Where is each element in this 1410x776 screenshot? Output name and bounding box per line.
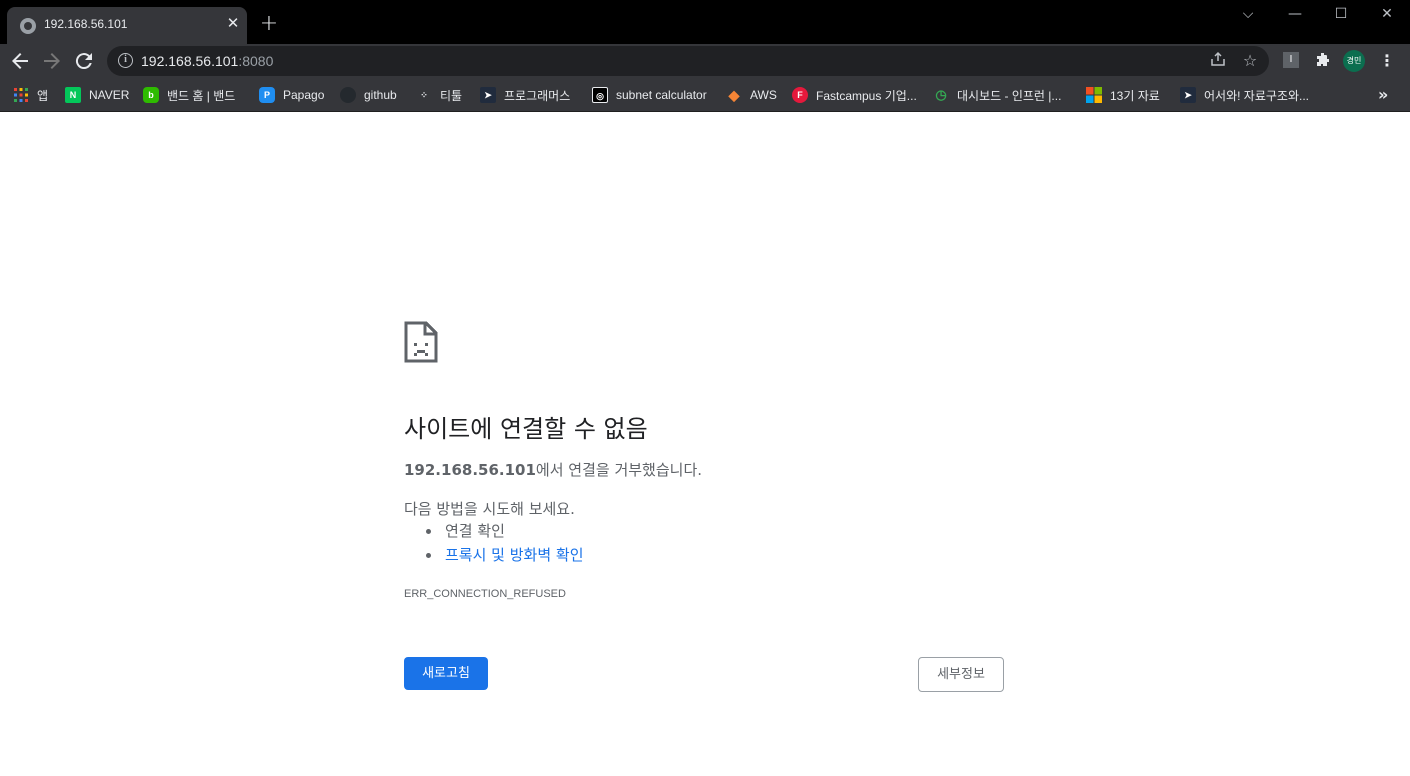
bookmark-label: 티툴 <box>440 88 463 103</box>
profile-avatar[interactable]: 경민 <box>1343 50 1365 72</box>
titool-icon: ⁘ <box>420 90 428 100</box>
bookmark-label: Fastcampus 기업... <box>816 88 917 103</box>
bookmark-subnet[interactable]: ◎ subnet calculator <box>592 85 707 105</box>
error-title: 사이트에 연결할 수 없음 <box>404 415 648 443</box>
bookmark-aws[interactable]: ◆ AWS <box>726 85 777 105</box>
close-window-button[interactable]: ✕ <box>1372 6 1402 26</box>
bookmark-star-icon[interactable]: ☆ <box>1240 51 1260 71</box>
globe-icon <box>20 18 36 34</box>
bookmark-data-structures[interactable]: ➤ 어서와! 자료구조와... <box>1180 85 1309 105</box>
programmers-icon: ➤ <box>480 87 496 103</box>
microsoft-icon <box>1086 87 1102 103</box>
bookmark-naver[interactable]: N NAVER <box>65 85 129 105</box>
reload-button[interactable] <box>72 49 96 73</box>
bookmark-label: subnet calculator <box>616 88 707 102</box>
error-host: 192.168.56.101 <box>404 461 536 479</box>
browser-titlebar: 192.168.56.101 ✕ + ⌵ — ☐ ✕ <box>0 0 1410 44</box>
puzzle-icon[interactable] <box>1315 52 1331 68</box>
bookmark-label: github <box>364 88 397 102</box>
bookmark-label: NAVER <box>89 88 130 102</box>
bookmark-label: AWS <box>750 88 777 102</box>
back-button[interactable] <box>8 49 32 73</box>
github-icon <box>340 87 356 103</box>
tab-search-icon[interactable]: ⌵ <box>1233 6 1263 26</box>
bookmark-label: 대시보드 - 인프런 |... <box>957 88 1062 103</box>
maximize-button[interactable]: ☐ <box>1326 6 1356 26</box>
bookmark-papago[interactable]: P Papago <box>259 85 324 105</box>
bookmark-apps[interactable]: 앱 <box>13 85 48 105</box>
papago-icon: P <box>259 87 275 103</box>
minimize-button[interactable]: — <box>1280 6 1310 26</box>
inflearn-icon: ◷ <box>935 87 947 102</box>
bookmark-label: 어서와! 자료구조와... <box>1204 88 1309 103</box>
naver-icon: N <box>65 87 81 103</box>
sad-document-icon <box>404 321 438 363</box>
forward-button[interactable] <box>40 49 64 73</box>
tab-close-icon[interactable]: ✕ <box>224 14 242 32</box>
suggestion-check-connection: 연결 확인 <box>426 521 584 545</box>
bookmark-label: 밴드 홈 | 밴드 <box>167 88 236 103</box>
band-icon: b <box>143 87 159 103</box>
suggestion-check-proxy-firewall-link[interactable]: 프록시 및 방화벽 확인 <box>426 545 584 569</box>
aws-icon: ◆ <box>728 87 740 103</box>
info-icon[interactable]: i <box>118 53 133 68</box>
bookmark-label: 프로그래머스 <box>504 88 571 103</box>
new-tab-button[interactable]: + <box>258 13 280 35</box>
bookmark-programmers[interactable]: ➤ 프로그래머스 <box>480 85 570 105</box>
reload-page-button[interactable]: 새로고침 <box>404 657 488 690</box>
subnet-icon: ◎ <box>592 87 608 103</box>
try-text: 다음 방법을 시도해 보세요. <box>404 500 575 518</box>
error-page: 사이트에 연결할 수 없음 192.168.56.101에서 연결을 거부했습니… <box>0 112 1410 776</box>
extension-i-icon[interactable]: I <box>1283 52 1299 68</box>
arrow-left-icon <box>12 53 28 69</box>
share-icon[interactable] <box>1208 51 1228 71</box>
kebab-menu-icon[interactable]: ⋮ <box>1378 50 1396 72</box>
programmers-icon: ➤ <box>1180 87 1196 103</box>
error-message: 192.168.56.101에서 연결을 거부했습니다. <box>404 461 703 479</box>
suggestions-list: 연결 확인 프록시 및 방화벽 확인 <box>426 521 584 569</box>
refresh-icon <box>75 53 92 70</box>
details-button[interactable]: 세부정보 <box>918 657 1004 692</box>
bookmark-titool[interactable]: ⁘ 티툴 <box>416 85 462 105</box>
error-code: ERR_CONNECTION_REFUSED <box>404 588 566 600</box>
bookmark-13th-materials[interactable]: 13기 자료 <box>1086 85 1160 105</box>
bookmark-label: 13기 자료 <box>1110 88 1160 103</box>
apps-grid-icon <box>14 88 28 102</box>
bookmarks-overflow-icon[interactable]: » <box>1378 85 1388 105</box>
bookmark-github[interactable]: github <box>340 85 397 105</box>
bookmarks-bar: 앱 N NAVER b 밴드 홈 | 밴드 P Papago github ⁘ … <box>0 78 1410 112</box>
bookmark-label: 앱 <box>37 88 49 103</box>
bookmark-label: Papago <box>283 88 325 102</box>
browser-toolbar: i 192.168.56.101:8080 ☆ I 경민 ⋮ <box>0 44 1410 78</box>
url-text[interactable]: 192.168.56.101:8080 <box>141 53 273 69</box>
bookmark-band[interactable]: b 밴드 홈 | 밴드 <box>143 85 235 105</box>
arrow-right-icon <box>44 53 60 69</box>
fastcampus-icon: F <box>792 87 808 103</box>
bookmark-fastcampus[interactable]: F Fastcampus 기업... <box>792 85 917 105</box>
address-bar[interactable]: i 192.168.56.101:8080 ☆ <box>107 46 1269 76</box>
tab-title: 192.168.56.101 <box>44 17 128 31</box>
browser-tab[interactable]: 192.168.56.101 ✕ <box>7 7 247 44</box>
bookmark-inflearn[interactable]: ◷ 대시보드 - 인프런 |... <box>933 85 1061 105</box>
